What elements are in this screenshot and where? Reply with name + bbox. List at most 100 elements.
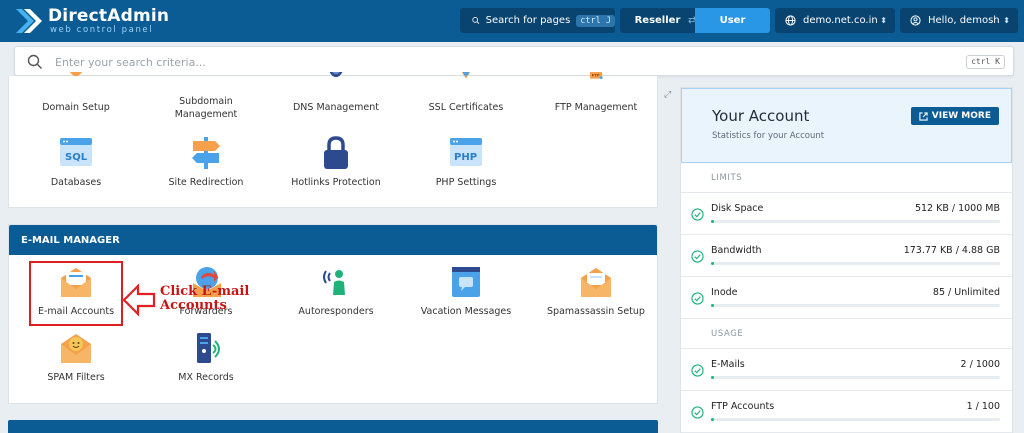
- stat-name: Inode: [711, 287, 738, 298]
- user-greeting: Hello, demosh: [928, 15, 1000, 26]
- email-manager-panel: E-MAIL MANAGER E-mail Accounts Forwarder…: [8, 224, 658, 404]
- arrow-left-icon: [122, 283, 156, 317]
- globe-icon: [785, 15, 796, 26]
- account-statistics-panel: Your Account Statistics for your Account…: [680, 87, 1013, 433]
- search-input[interactable]: [55, 52, 935, 72]
- tile-label: Vacation Messages: [420, 306, 512, 317]
- page-search-label: Search for pages: [485, 15, 571, 26]
- stat-progress-fill: [711, 262, 714, 265]
- stat-progress-bar: [711, 376, 1000, 379]
- spam-filter-icon: [61, 334, 91, 363]
- stat-row: Inode 85 / Unlimited: [681, 277, 1012, 319]
- tile-databases[interactable]: SQL Databases: [11, 136, 141, 189]
- user-circle-icon: [910, 15, 921, 26]
- stat-progress-bar: [711, 418, 1000, 421]
- domain-selector[interactable]: demo.net.co.in ⬍: [775, 8, 895, 33]
- check-circle-icon: [691, 208, 704, 221]
- tile-label: SPAM Filters: [47, 372, 105, 383]
- tile-label: Spamassassin Setup: [547, 306, 645, 317]
- tile-label: SSL Certificates: [428, 102, 504, 113]
- tile-ftp-management[interactable]: FTP FTP Management: [531, 72, 661, 114]
- tile-label: Databases: [50, 177, 102, 188]
- tile-label: MX Records: [178, 372, 234, 383]
- directadmin-logo[interactable]: DirectAdmin web control panel: [14, 6, 169, 36]
- app-name: DirectAdmin: [48, 6, 170, 26]
- check-circle-icon: [691, 406, 704, 419]
- ribbon-icon: [461, 72, 471, 79]
- tile-autoresponders[interactable]: Autoresponders: [271, 265, 401, 318]
- page-search-button[interactable]: Search for pages ctrl J: [460, 8, 615, 33]
- role-user-button[interactable]: User: [695, 8, 770, 33]
- email-manager-header: E-MAIL MANAGER: [9, 225, 657, 255]
- role-reseller-button[interactable]: Reseller: [620, 8, 695, 33]
- sql-icon: SQL: [60, 138, 92, 166]
- tile-label: Hotlinks Protection: [291, 177, 381, 188]
- page-search-shortcut: ctrl J: [576, 14, 615, 27]
- view-more-label: VIEW MORE: [931, 111, 991, 121]
- tile-site-redirection[interactable]: Site Redirection: [141, 136, 271, 189]
- tile-label: PHP Settings: [435, 177, 497, 188]
- tile-hotlinks-protection[interactable]: Hotlinks Protection: [271, 136, 401, 189]
- role-switcher[interactable]: Reseller ⇄ User: [620, 8, 770, 33]
- stat-name: Bandwidth: [711, 245, 762, 256]
- tile-label: Site Redirection: [168, 177, 244, 188]
- check-circle-icon: [691, 250, 704, 263]
- stat-progress-fill: [711, 418, 714, 421]
- account-subtitle: Statistics for your Account: [712, 131, 825, 141]
- search-icon: [27, 54, 42, 69]
- stat-value: 2 / 1000: [960, 359, 1000, 370]
- tile-label: FTP Management: [554, 102, 638, 113]
- stat-name: Disk Space: [711, 203, 764, 214]
- usage-label: USAGE: [681, 319, 1012, 349]
- stat-name: E-Mails: [711, 359, 745, 370]
- check-circle-icon: [691, 364, 704, 377]
- stat-progress-bar: [711, 304, 1000, 307]
- php-icon: PHP: [450, 138, 482, 166]
- view-more-button[interactable]: VIEW MORE: [910, 107, 999, 125]
- tile-vacation-messages[interactable]: Vacation Messages: [401, 265, 531, 318]
- limits-label: LIMITS: [681, 163, 1012, 193]
- usage-list: E-Mails 2 / 1000 FTP Accounts 1 / 100: [681, 349, 1012, 433]
- limits-list: Disk Space 512 KB / 1000 MB Bandwidth 17…: [681, 193, 1012, 319]
- search-shortcut: ctrl K: [966, 55, 1005, 69]
- autoresponder-icon: [323, 270, 345, 295]
- stat-row: Disk Space 512 KB / 1000 MB: [681, 193, 1012, 235]
- lock-icon: [324, 136, 348, 169]
- logo-chevron-icon: [16, 9, 42, 33]
- spam-envelope-icon: [581, 268, 611, 297]
- tile-spam-filters[interactable]: SPAM Filters: [11, 331, 141, 384]
- tile-label: Subdomain Management: [174, 96, 238, 120]
- tile-label: Autoresponders: [298, 306, 374, 317]
- stat-value: 173.77 KB / 4.88 GB: [903, 245, 1000, 256]
- user-menu[interactable]: Hello, demosh ⬍: [900, 8, 1018, 33]
- next-section-header: [8, 420, 658, 433]
- search-icon: [472, 17, 480, 24]
- tile-label: Domain Setup: [42, 102, 110, 113]
- stat-row: Bandwidth 173.77 KB / 4.88 GB: [681, 235, 1012, 277]
- stat-row: E-Mails 2 / 1000: [681, 349, 1012, 391]
- stat-value: 1 / 100: [966, 401, 1000, 412]
- domain-name: demo.net.co.in: [803, 15, 878, 26]
- stat-progress-bar: [711, 220, 1000, 223]
- stat-progress-fill: [711, 304, 714, 307]
- tile-domain-setup[interactable]: Domain Setup: [11, 72, 141, 114]
- tile-subdomain-management[interactable]: Subdomain Management: [141, 72, 271, 121]
- dns-globe-icon: [329, 72, 343, 78]
- stat-progress-fill: [711, 220, 714, 223]
- account-manager-panel: Domain Setup Subdomain Management DNS Ma…: [8, 72, 658, 208]
- tile-ssl-certificates[interactable]: SSL Certificates: [401, 72, 531, 114]
- vacation-screen-icon: [452, 267, 480, 297]
- app-tagline: web control panel: [50, 25, 154, 35]
- expand-icon[interactable]: ⤢: [664, 90, 676, 102]
- stat-value: 85 / Unlimited: [932, 287, 1000, 298]
- callout-text: Click E-mail Accounts: [160, 284, 250, 313]
- account-header: Your Account Statistics for your Account…: [681, 88, 1012, 163]
- tile-spamassassin-setup[interactable]: Spamassassin Setup: [531, 265, 661, 318]
- tile-php-settings[interactable]: PHP PHP Settings: [401, 136, 531, 189]
- tile-mx-records[interactable]: MX Records: [141, 331, 271, 384]
- top-bar: DirectAdmin web control panel Search for…: [0, 0, 1024, 42]
- stat-row: FTP Accounts 1 / 100: [681, 391, 1012, 433]
- svg-text:SQL: SQL: [65, 152, 88, 163]
- stat-progress-bar: [711, 262, 1000, 265]
- tile-dns-management[interactable]: DNS Management: [271, 72, 401, 114]
